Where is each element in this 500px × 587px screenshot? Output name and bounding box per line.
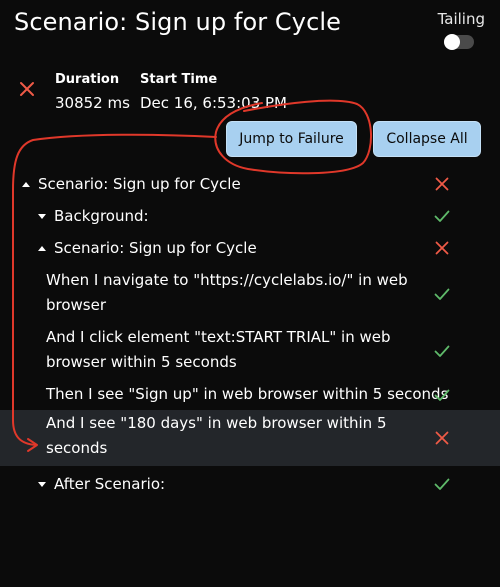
step-text-line: Scenario: Sign up for Cycle [38, 175, 241, 193]
duration-label: Duration [55, 72, 120, 87]
check-icon [434, 478, 450, 490]
tree-row[interactable]: And I see "180 days" in web browser with… [0, 410, 500, 466]
fail-x-icon [435, 177, 449, 191]
caret-up-icon[interactable] [22, 182, 30, 187]
step-text: Scenario: Sign up for Cycle [38, 172, 241, 197]
fail-x-icon [20, 82, 34, 96]
step-text: Then I see "Sign up" in web browser with… [46, 382, 448, 407]
step-text-line: Scenario: Sign up for Cycle [54, 239, 257, 257]
tree-row[interactable]: Scenario: Sign up for Cycle [0, 171, 500, 197]
tree-row[interactable]: And I click element "text:START TRIAL" i… [0, 324, 500, 378]
step-text-line: browser within 5 seconds [46, 353, 237, 371]
step-text: Scenario: Sign up for Cycle [54, 236, 257, 261]
step-text: And I click element "text:START TRIAL" i… [46, 325, 391, 375]
start-time-value: Dec 16, 6:53:03 PM [140, 94, 287, 112]
tailing-label: Tailing [437, 10, 485, 28]
check-icon [434, 345, 450, 357]
step-text: When I navigate to "https://cyclelabs.io… [46, 268, 408, 318]
tree-row[interactable]: Scenario: Sign up for Cycle [0, 235, 500, 261]
caret-down-icon[interactable] [38, 214, 46, 219]
jump-to-failure-button[interactable]: Jump to Failure [226, 121, 357, 157]
step-text-line: And I see "180 days" in web browser with… [46, 414, 387, 432]
start-time-label: Start Time [140, 72, 218, 87]
check-icon [434, 210, 450, 222]
check-icon [434, 389, 450, 401]
step-text-line: After Scenario: [54, 475, 166, 493]
caret-down-icon[interactable] [38, 482, 46, 487]
duration-value: 30852 ms [55, 94, 130, 112]
step-text-line: Background: [54, 207, 149, 225]
step-text-line: When I navigate to "https://cyclelabs.io… [46, 271, 408, 289]
tailing-toggle[interactable] [444, 34, 474, 50]
tree-row[interactable]: When I navigate to "https://cyclelabs.io… [0, 267, 500, 321]
collapse-all-button[interactable]: Collapse All [373, 121, 481, 157]
step-text-line: Then I see "Sign up" in web browser with… [46, 385, 449, 403]
tree-row[interactable]: Background: [0, 203, 500, 229]
check-icon [434, 288, 450, 300]
toggle-knob[interactable] [444, 34, 460, 50]
step-text-line: seconds [46, 439, 108, 457]
fail-x-icon [435, 241, 449, 255]
step-text: After Scenario: [54, 472, 165, 497]
page-title: Scenario: Sign up for Cycle [14, 8, 342, 36]
step-text: And I see "180 days" in web browser with… [46, 411, 386, 461]
step-text-line: And I click element "text:START TRIAL" i… [46, 328, 391, 346]
caret-up-icon[interactable] [38, 246, 46, 251]
step-text: Background: [54, 204, 149, 229]
tree-row[interactable]: Then I see "Sign up" in web browser with… [0, 381, 500, 409]
tree-row[interactable]: After Scenario: [0, 471, 500, 497]
step-text-line: browser [46, 296, 107, 314]
fail-x-icon [435, 431, 449, 445]
